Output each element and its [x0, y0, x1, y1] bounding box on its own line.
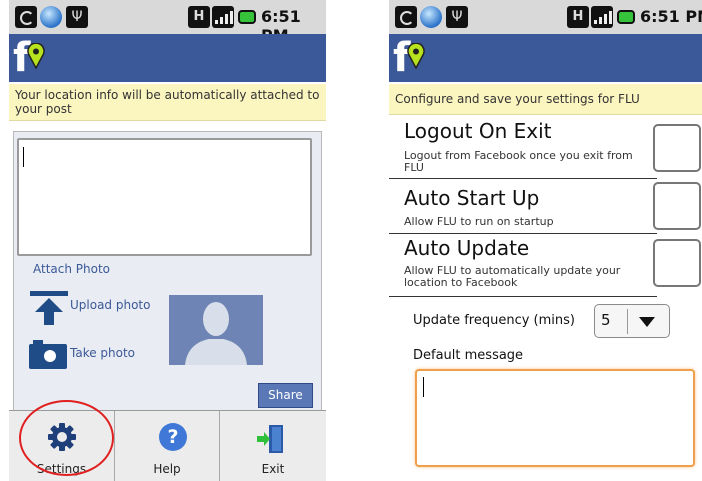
setting-title-logout: Logout On Exit — [404, 119, 552, 143]
upload-photo-link[interactable]: Upload photo — [70, 298, 150, 312]
location-notice: Your location info will be automatically… — [9, 84, 326, 121]
logout-on-exit-checkbox[interactable] — [653, 124, 701, 172]
network-type-icon: H — [188, 6, 210, 28]
settings-notice: Configure and save your settings for FLU — [389, 84, 702, 115]
help-icon: ? — [159, 423, 187, 451]
usb-icon: Ψ — [66, 6, 88, 28]
text-cursor — [423, 377, 424, 397]
divider — [389, 296, 657, 297]
sync-icon — [395, 6, 417, 28]
update-frequency-select[interactable]: 5 — [594, 304, 670, 338]
gear-icon — [48, 423, 76, 451]
menu-item-exit[interactable]: Exit — [220, 411, 326, 481]
update-frequency-value: 5 — [601, 311, 611, 329]
settings-screen: Ψ H 6:51 PM f Configure and save your se… — [389, 0, 702, 481]
default-message-label: Default message — [413, 348, 524, 363]
setting-desc-autostart: Allow FLU to run on startup — [404, 215, 554, 228]
setting-desc-autoupdate: Allow FLU to automatically update your l… — [404, 264, 621, 289]
menu-label-exit: Exit — [261, 462, 285, 476]
battery-icon — [617, 10, 635, 24]
share-button[interactable]: Share — [258, 383, 313, 408]
status-bar: Ψ H 6:51 PM — [389, 0, 702, 34]
auto-start-up-checkbox[interactable] — [653, 182, 701, 230]
usb-icon: Ψ — [446, 6, 468, 28]
sync-icon — [15, 6, 37, 28]
select-separator — [627, 309, 628, 334]
app-title-bar: f — [9, 34, 326, 82]
default-message-input[interactable] — [415, 369, 695, 467]
menu-label-settings: Settings — [36, 462, 87, 476]
location-pin-icon — [407, 43, 425, 69]
post-screen: Ψ H 6:51 PM f Your location info will be… — [9, 0, 326, 481]
options-menu: Settings ? Help Exit — [9, 410, 326, 481]
text-cursor — [23, 147, 24, 167]
attach-photo-label: Attach Photo — [33, 262, 111, 276]
globe-icon — [40, 6, 62, 28]
exit-icon — [257, 425, 283, 453]
status-bar: Ψ H 6:51 PM — [9, 0, 326, 45]
take-photo-link[interactable]: Take photo — [70, 346, 135, 360]
divider — [389, 178, 657, 179]
post-text-input[interactable] — [17, 138, 312, 256]
update-frequency-label: Update frequency (mins) — [413, 313, 575, 328]
menu-label-help: Help — [153, 462, 181, 476]
battery-icon — [238, 10, 256, 24]
auto-update-checkbox[interactable] — [653, 239, 701, 287]
setting-desc-logout: Logout from Facebook once you exit from … — [404, 149, 633, 174]
signal-icon — [591, 6, 613, 28]
dropdown-arrow-icon — [639, 317, 655, 327]
app-title-bar: f — [389, 34, 702, 82]
upload-icon[interactable] — [29, 290, 69, 326]
clock: 6:51 PM — [640, 7, 702, 26]
menu-item-help[interactable]: ? Help — [115, 411, 220, 481]
avatar-silhouette-icon — [169, 295, 263, 365]
setting-title-autoupdate: Auto Update — [404, 236, 530, 260]
profile-photo-placeholder — [169, 295, 263, 365]
globe-icon — [420, 6, 442, 28]
setting-title-autostart: Auto Start Up — [404, 186, 540, 210]
network-type-icon: H — [567, 6, 589, 28]
camera-icon[interactable] — [27, 338, 69, 370]
signal-icon — [212, 6, 234, 28]
location-pin-icon — [27, 43, 45, 69]
menu-item-settings[interactable]: Settings — [9, 411, 115, 481]
divider — [389, 233, 657, 234]
